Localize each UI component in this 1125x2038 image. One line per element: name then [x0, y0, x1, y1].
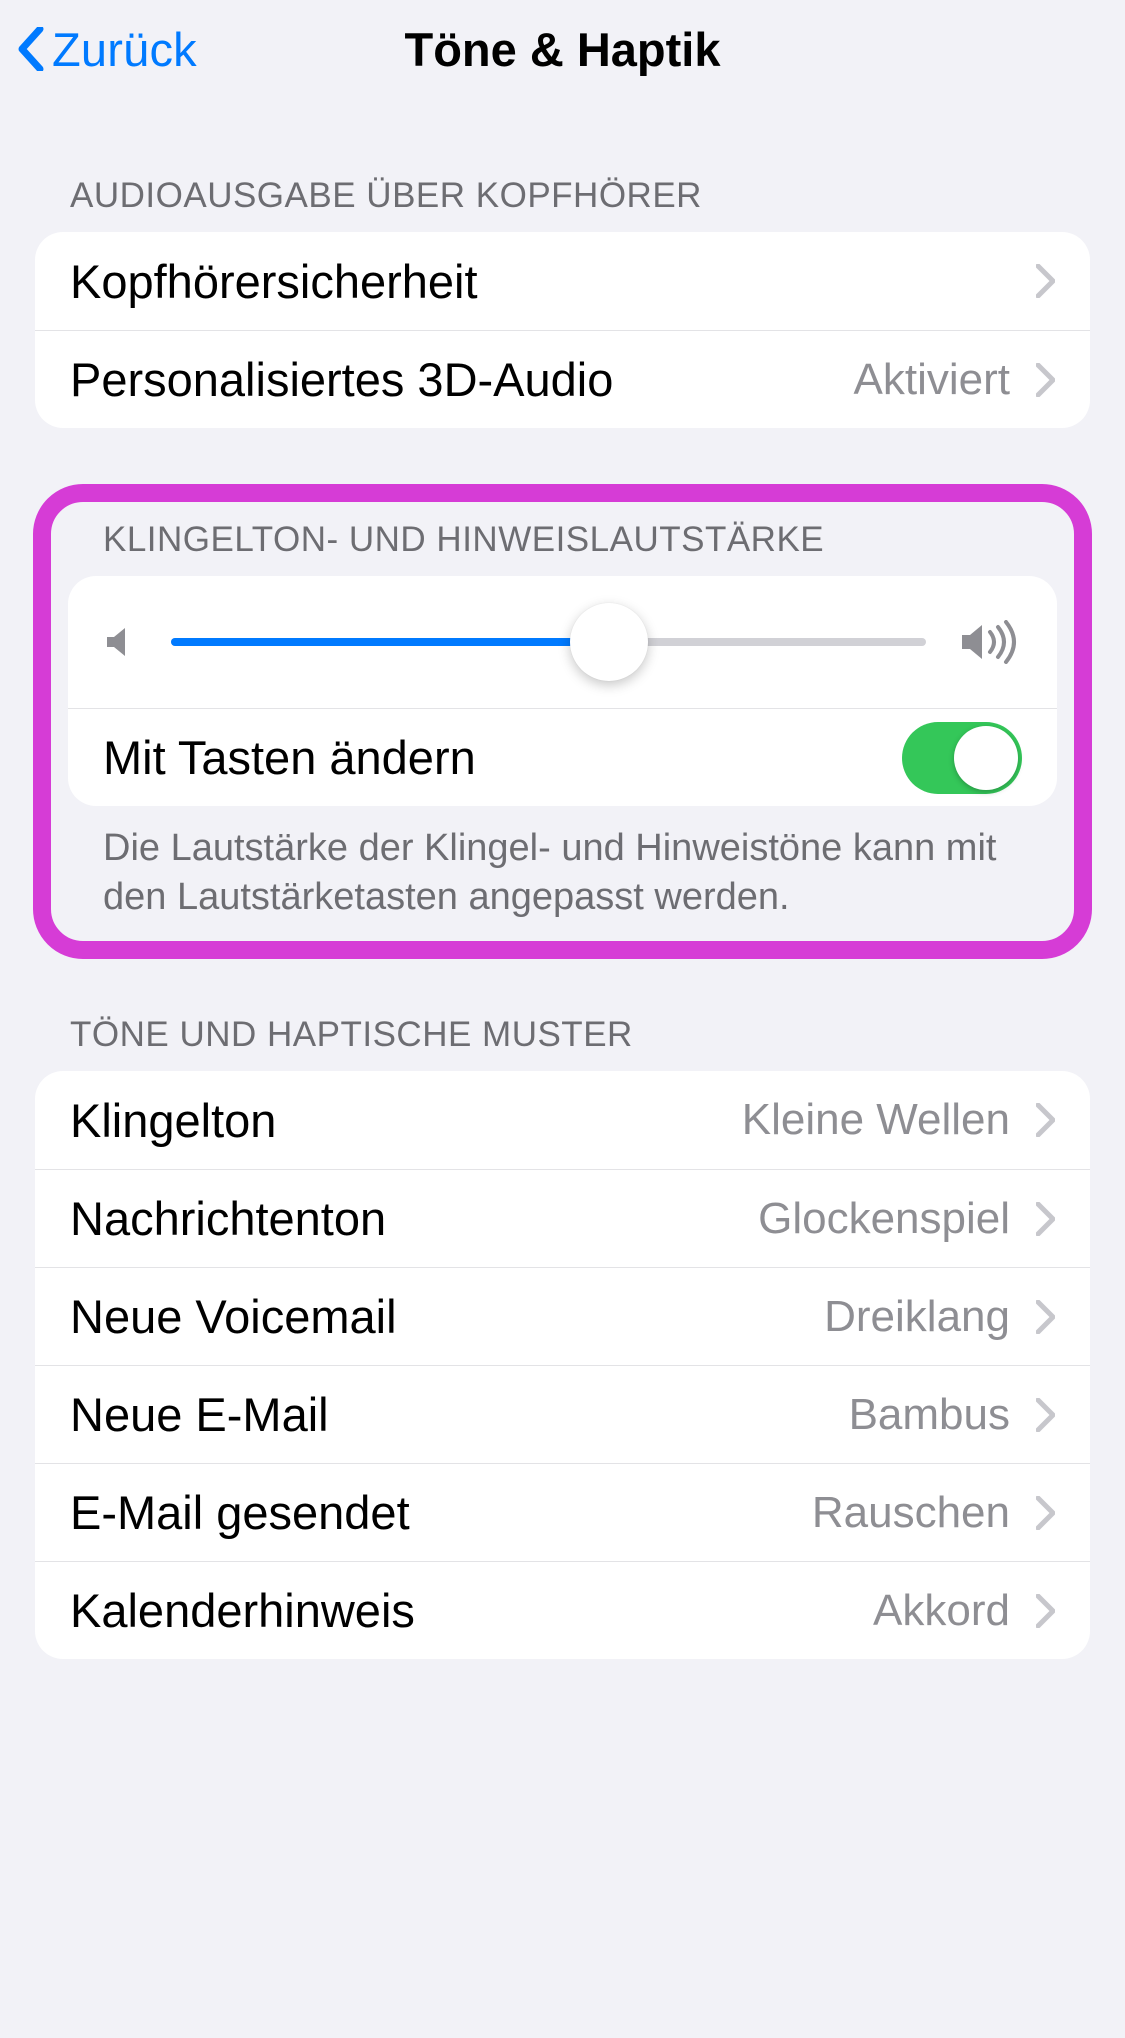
row-label: Neue E-Mail	[70, 1387, 329, 1442]
row-label: Kalenderhinweis	[70, 1583, 415, 1638]
slider-thumb[interactable]	[570, 603, 648, 681]
chevron-right-icon	[1036, 1202, 1055, 1236]
row-sound-pattern[interactable]: Neue Voicemail Dreiklang	[35, 1267, 1090, 1365]
row-value: Dreiklang	[824, 1292, 1010, 1342]
slider-fill	[171, 638, 609, 646]
row-sound-pattern[interactable]: E-Mail gesendet Rauschen	[35, 1463, 1090, 1561]
page-title: Töne & Haptik	[405, 22, 721, 77]
chevron-right-icon	[1036, 1103, 1055, 1137]
row-value: Bambus	[849, 1390, 1010, 1440]
volume-low-icon	[103, 624, 139, 660]
row-value: Aktiviert	[854, 355, 1010, 405]
row-label: Personalisiertes 3D-Audio	[70, 352, 613, 407]
row-value: Rauschen	[812, 1488, 1010, 1538]
card-headphones: Kopfhörersicherheit Personalisiertes 3D-…	[35, 232, 1090, 428]
row-value: Akkord	[873, 1586, 1010, 1636]
row-headphone-safety[interactable]: Kopfhörersicherheit	[35, 232, 1090, 330]
chevron-right-icon	[1036, 1398, 1055, 1432]
row-sound-pattern[interactable]: Nachrichtenton Glockenspiel	[35, 1169, 1090, 1267]
row-change-with-buttons[interactable]: Mit Tasten ändern	[68, 708, 1057, 806]
chevron-right-icon	[1036, 1594, 1055, 1628]
toggle-change-with-buttons[interactable]	[902, 722, 1022, 794]
section-header-headphones: Audioausgabe über Kopfhörer	[35, 176, 1090, 232]
row-value: Glockenspiel	[758, 1194, 1010, 1244]
row-label: Kopfhörersicherheit	[70, 254, 478, 309]
back-button[interactable]: Zurück	[18, 0, 197, 98]
row-ringer-volume-slider	[68, 576, 1057, 708]
volume-high-icon	[958, 620, 1022, 664]
chevron-right-icon	[1036, 363, 1055, 397]
chevron-right-icon	[1036, 1496, 1055, 1530]
highlight-ringer-section: Klingelton- und Hinweislautstärke	[33, 484, 1092, 959]
row-sound-pattern[interactable]: Kalenderhinweis Akkord	[35, 1561, 1090, 1659]
back-label: Zurück	[52, 22, 197, 77]
row-sound-pattern[interactable]: Klingelton Kleine Wellen	[35, 1071, 1090, 1169]
section-header-ringer: Klingelton- und Hinweislautstärke	[51, 520, 1074, 576]
toggle-knob	[954, 726, 1018, 790]
ringer-volume-slider[interactable]	[171, 612, 926, 672]
row-value: Kleine Wellen	[742, 1095, 1010, 1145]
row-label: Klingelton	[70, 1093, 276, 1148]
row-label: Mit Tasten ändern	[103, 730, 476, 785]
section-header-patterns: Töne und haptische Muster	[35, 1015, 1090, 1071]
row-sound-pattern[interactable]: Neue E-Mail Bambus	[35, 1365, 1090, 1463]
section-footer-ringer: Die Lautstärke der Klingel- und Hinweist…	[51, 806, 1074, 921]
chevron-right-icon	[1036, 1300, 1055, 1334]
row-label: Neue Voicemail	[70, 1289, 397, 1344]
row-label: E-Mail gesendet	[70, 1485, 410, 1540]
nav-bar: Zurück Töne & Haptik	[0, 0, 1125, 98]
card-patterns: Klingelton Kleine Wellen Nachrichtenton Glo…	[35, 1071, 1090, 1659]
chevron-left-icon	[18, 27, 44, 71]
card-ringer: Mit Tasten ändern	[68, 576, 1057, 806]
row-personalized-spatial-audio[interactable]: Personalisiertes 3D-Audio Aktiviert	[35, 330, 1090, 428]
chevron-right-icon	[1036, 264, 1055, 298]
row-label: Nachrichtenton	[70, 1191, 386, 1246]
